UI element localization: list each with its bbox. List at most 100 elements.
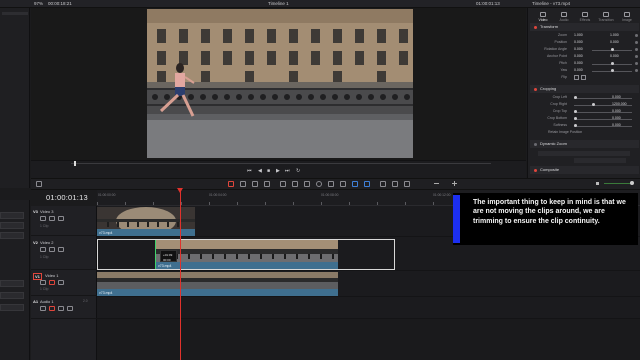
tab-effects[interactable]: Effects	[574, 10, 596, 24]
tab-transition[interactable]: Transition	[595, 10, 617, 24]
reset-icon[interactable]	[635, 55, 638, 58]
softness-slider[interactable]	[574, 125, 632, 127]
tab-image[interactable]: Image	[616, 10, 638, 24]
link-icon[interactable]	[328, 181, 334, 187]
reset-icon[interactable]	[635, 62, 638, 65]
panel-row[interactable]	[0, 292, 24, 299]
selection-tool-icon[interactable]	[228, 181, 234, 187]
overwrite-clip-icon[interactable]	[292, 181, 298, 187]
full-extent-zoom-icon[interactable]	[380, 181, 386, 187]
crop-top-slider[interactable]	[574, 111, 632, 113]
stop-icon[interactable]: ■	[267, 168, 270, 174]
retain-image-position[interactable]: Retain Image Position	[548, 130, 582, 134]
slider-knob[interactable]	[574, 124, 577, 127]
dynamic-zoom-enable-icon[interactable]	[534, 142, 537, 146]
transform-section-header[interactable]: Transform	[530, 23, 639, 31]
cropping-enable-icon[interactable]	[534, 87, 537, 91]
track-header-v2[interactable]: V2 Video 2 1 Clip	[31, 237, 97, 270]
custom-zoom-icon[interactable]	[404, 181, 410, 187]
timeline-timecode[interactable]: 01:00:01:13	[46, 193, 88, 202]
panel-row[interactable]	[0, 222, 24, 229]
track-name[interactable]: Video 3	[40, 209, 54, 214]
loop-icon[interactable]: ↻	[296, 168, 300, 174]
track-header-v1[interactable]: V1 Video 1 1 Clip	[31, 271, 97, 296]
swap-button[interactable]	[574, 158, 626, 163]
solo-icon[interactable]	[67, 306, 73, 311]
slider-knob[interactable]	[574, 96, 577, 99]
lane-a1[interactable]	[97, 297, 640, 319]
tab-video[interactable]: Video	[532, 10, 554, 24]
lock-track-icon[interactable]	[40, 247, 46, 252]
detail-zoom-icon[interactable]	[392, 181, 398, 187]
track-visibility-icon[interactable]	[58, 216, 64, 221]
track-header-a1[interactable]: A1 Audio 1 2.0	[31, 297, 97, 319]
lock-track-icon[interactable]	[40, 306, 46, 311]
prop-value-x[interactable]: 0.000	[574, 40, 583, 44]
panel-row[interactable]	[0, 232, 24, 239]
prop-value-x[interactable]: 1.000	[574, 33, 583, 37]
track-header-v3[interactable]: V3 Video 3 1 Clip	[31, 206, 97, 236]
skip-start-icon[interactable]: ⏮	[247, 168, 252, 174]
track-name[interactable]: Video 1	[45, 273, 59, 278]
crop-bottom-slider[interactable]	[574, 118, 632, 120]
scrub-handle[interactable]	[74, 161, 76, 166]
play-icon[interactable]: ▶	[276, 168, 280, 174]
prop-value[interactable]: 0.000	[612, 116, 621, 120]
prop-value[interactable]: 1200.000	[612, 102, 627, 106]
playhead[interactable]	[180, 188, 181, 360]
prop-value[interactable]: 0.000	[612, 109, 621, 113]
timeline-view-options-icon[interactable]	[36, 181, 42, 187]
prop-value[interactable]: 0.000	[574, 68, 583, 72]
track-name[interactable]: Video 2	[40, 240, 54, 245]
clip-v1[interactable]: v73.mp4	[97, 272, 338, 296]
reset-icon[interactable]	[635, 48, 638, 51]
slider-knob[interactable]	[574, 110, 577, 113]
panel-row[interactable]	[0, 212, 24, 219]
prop-value-y[interactable]: 1.000	[610, 33, 619, 37]
tab-audio[interactable]: Audio	[553, 10, 575, 24]
playhead-handle[interactable]	[177, 188, 183, 193]
prop-value-x[interactable]: 0.000	[574, 54, 583, 58]
marker-icon[interactable]	[364, 181, 370, 187]
dynamic-zoom-section-header[interactable]: Dynamic Zoom	[530, 140, 639, 148]
cropping-section-header[interactable]: Cropping	[530, 85, 639, 93]
composite-section-header[interactable]: Composite	[530, 166, 639, 174]
auto-select-icon[interactable]	[49, 247, 55, 252]
prop-value[interactable]: 0.000	[574, 61, 583, 65]
blade-tool-icon[interactable]	[264, 181, 270, 187]
slider-knob[interactable]	[611, 62, 614, 65]
lock-track-icon[interactable]	[40, 280, 46, 285]
prop-value[interactable]: 0.000	[612, 123, 621, 127]
reset-icon[interactable]	[635, 69, 638, 72]
slider-knob[interactable]	[611, 48, 614, 51]
reset-icon[interactable]	[635, 34, 638, 37]
track-name[interactable]: Audio 1	[40, 299, 54, 304]
snapping-icon[interactable]	[316, 181, 322, 187]
skip-end-icon[interactable]: ⏭	[285, 168, 290, 174]
slider-knob[interactable]	[611, 69, 614, 72]
volume-slider[interactable]	[604, 183, 632, 184]
dynamic-zoom-ease-field[interactable]	[538, 151, 630, 156]
slider-knob[interactable]	[574, 117, 577, 120]
track-visibility-icon[interactable]	[58, 280, 64, 285]
insert-clip-icon[interactable]	[280, 181, 286, 187]
trim-tool-icon[interactable]	[240, 181, 246, 187]
panel-row[interactable]	[0, 280, 24, 287]
auto-select-icon[interactable]	[49, 216, 55, 221]
crop-left-slider[interactable]	[574, 97, 632, 99]
zoom-level[interactable]: 97%	[34, 1, 43, 6]
flip-vertical-icon[interactable]	[581, 75, 586, 80]
prop-value-y[interactable]: 0.000	[610, 54, 619, 58]
replace-clip-icon[interactable]	[304, 181, 310, 187]
prop-value[interactable]: 0.000	[574, 47, 583, 51]
track-visibility-icon[interactable]	[58, 247, 64, 252]
prop-value[interactable]: 0.000	[612, 95, 621, 99]
position-lock-icon[interactable]	[340, 181, 346, 187]
prop-value-y[interactable]: 0.000	[610, 40, 619, 44]
timeline-name[interactable]: Timeline 1	[268, 1, 289, 6]
zoom-in-icon[interactable]	[452, 181, 458, 187]
track-id[interactable]: V1	[33, 273, 42, 280]
lock-track-icon[interactable]	[40, 216, 46, 221]
mute-icon[interactable]	[58, 306, 64, 311]
flip-horizontal-icon[interactable]	[574, 75, 579, 80]
